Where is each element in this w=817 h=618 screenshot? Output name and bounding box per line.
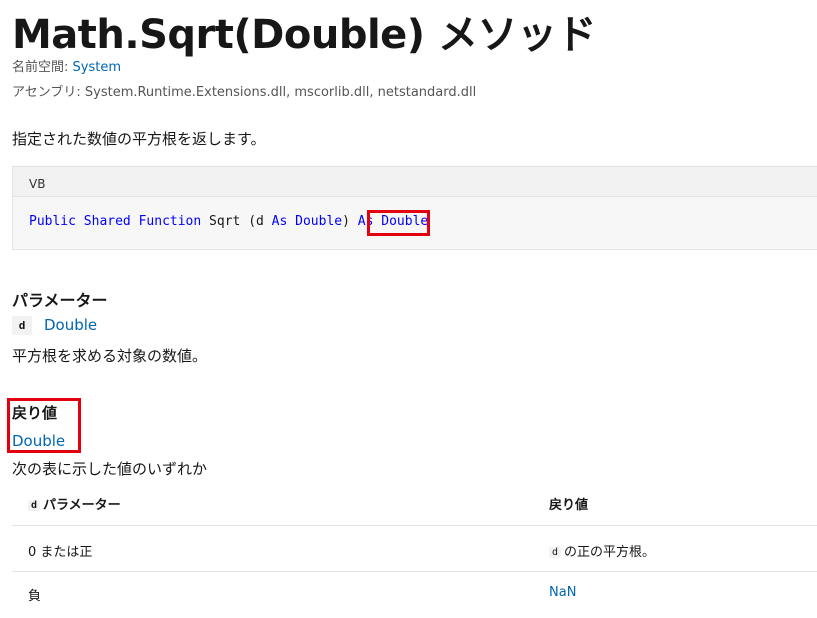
- table-row: 0 または正 d の正の平方根。: [12, 526, 817, 572]
- code-keyword-public: Public: [29, 214, 76, 229]
- code-keyword-function: Function: [138, 214, 202, 229]
- summary-text: 指定された数値の平方根を返します。: [12, 130, 266, 148]
- table-row: 負 NaN: [12, 572, 817, 618]
- table-cell-return: d の正の平方根。: [549, 541, 655, 560]
- namespace-label: 名前空間:: [12, 60, 69, 75]
- code-close-paren: ): [342, 214, 350, 229]
- table-cell-return-text: の正の平方根。: [564, 545, 656, 560]
- table-header-param-code: d: [28, 500, 41, 511]
- code-param-name: d: [256, 214, 264, 229]
- returns-heading: 戻り値: [12, 404, 58, 422]
- returns-description: 次の表に示した値のいずれか: [12, 460, 208, 478]
- parameter-name: d: [12, 316, 32, 335]
- namespace-line: 名前空間: System: [12, 56, 121, 75]
- namespace-link[interactable]: System: [73, 60, 121, 75]
- parameter-description: 平方根を求める対象の数値。: [12, 347, 208, 365]
- parameter-type-link[interactable]: Double: [44, 316, 97, 334]
- code-method-name: Sqrt: [209, 214, 241, 229]
- table-cell-return-code: d: [549, 547, 562, 558]
- highlight-box-return-type: [367, 210, 430, 236]
- assembly-line: アセンブリ: System.Runtime.Extensions.dll, ms…: [12, 81, 476, 100]
- code-param-type: Double: [295, 214, 343, 229]
- table-header-row: d パラメーター 戻り値: [12, 480, 817, 526]
- code-language-label: VB: [12, 166, 817, 197]
- table-header-param-label: パラメーター: [43, 498, 121, 513]
- table-cell-return-link[interactable]: NaN: [549, 585, 576, 600]
- assembly-label: アセンブリ:: [12, 85, 81, 100]
- code-keyword-shared: Shared: [83, 214, 131, 229]
- table-header-return: 戻り値: [549, 498, 589, 513]
- returns-type-link[interactable]: Double: [12, 432, 65, 450]
- parameters-heading: パラメーター: [12, 291, 108, 310]
- code-open-paren: (: [248, 214, 257, 229]
- page-title: Math.Sqrt(Double) メソッド: [12, 12, 597, 58]
- table-header-parameter: d パラメーター: [28, 494, 121, 513]
- code-keyword-as: As: [271, 214, 288, 229]
- table-cell-param: 0 または正: [28, 545, 93, 560]
- assembly-value: System.Runtime.Extensions.dll, mscorlib.…: [84, 85, 477, 100]
- table-cell-param: 負: [28, 589, 42, 604]
